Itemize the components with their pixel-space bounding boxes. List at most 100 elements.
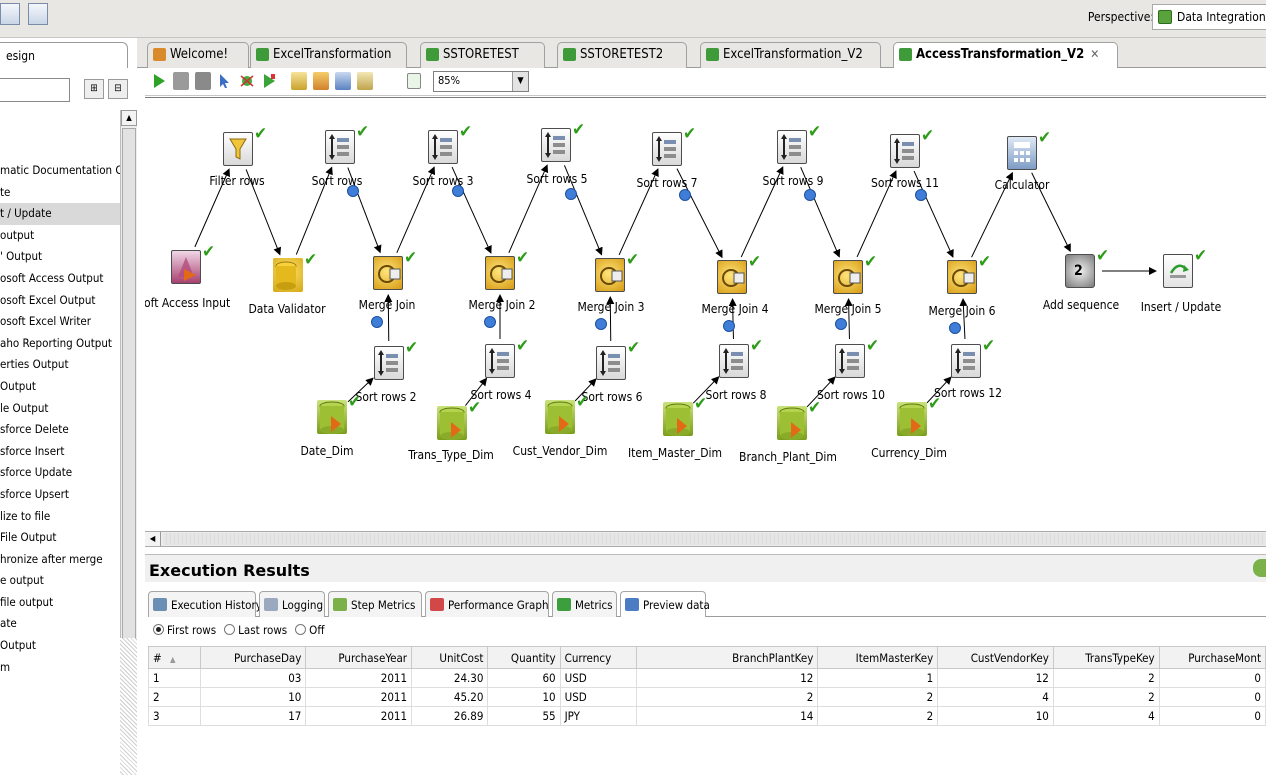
table-row[interactable]: 2 10 2011 45.20 10 USD 2 2 4 2 0: [148, 687, 1266, 707]
step-sort-rows-9[interactable]: ✔: [777, 124, 821, 166]
collapse-all-icon[interactable]: ⊟: [108, 79, 128, 99]
step-sort-rows-11[interactable]: ✔: [890, 128, 934, 170]
column-header[interactable]: CustVendorKey: [937, 646, 1054, 669]
step-access-input[interactable]: ✔: [171, 244, 215, 286]
scroll-up-icon[interactable]: ▲: [121, 110, 137, 126]
step-type-item[interactable]: file output: [0, 592, 120, 614]
pause-icon[interactable]: [173, 72, 189, 90]
step-type-item[interactable]: osoft Access Output: [0, 268, 120, 290]
hop-info-icon[interactable]: [835, 318, 847, 330]
column-header[interactable]: PurchaseYear: [305, 646, 413, 669]
hop-info-icon[interactable]: [452, 185, 464, 197]
step-filter-rows[interactable]: ✔: [223, 126, 267, 168]
editor-tab[interactable]: SSTORETEST2: [557, 42, 687, 68]
step-type-item[interactable]: sforce Upsert: [0, 484, 120, 506]
results-tab[interactable]: Preview data: [620, 591, 710, 617]
table-row[interactable]: 3 17 2011 26.89 55 JPY 14 2 10 4 0: [148, 706, 1266, 726]
step-trans-type-dim[interactable]: ✔: [437, 400, 481, 442]
step-type-item[interactable]: ' Output: [0, 246, 120, 268]
step-sort-rows[interactable]: ✔: [325, 124, 369, 166]
step-type-item[interactable]: le Output: [0, 398, 120, 420]
scroll-track[interactable]: [163, 533, 1266, 545]
hop-info-icon[interactable]: [679, 189, 691, 201]
step-type-item[interactable]: sforce Insert: [0, 441, 120, 463]
hop-info-icon[interactable]: [949, 322, 961, 334]
step-item-master-dim[interactable]: ✔: [663, 396, 707, 438]
column-header[interactable]: PurchaseMont: [1158, 646, 1266, 669]
step-data-validator[interactable]: ✔: [273, 252, 317, 294]
step-type-item[interactable]: sforce Delete: [0, 419, 120, 441]
step-type-item[interactable]: sforce Update: [0, 462, 120, 484]
step-insert-update[interactable]: ✔: [1163, 248, 1207, 290]
step-type-item[interactable]: output: [0, 225, 120, 247]
step-sort-rows-3[interactable]: ✔: [428, 124, 472, 166]
impact-icon[interactable]: [313, 72, 329, 90]
column-header[interactable]: # ▲: [148, 646, 201, 669]
steps-search-input[interactable]: [0, 78, 70, 102]
step-type-item[interactable]: e output: [0, 570, 120, 592]
step-type-item[interactable]: erties Output: [0, 354, 120, 376]
step-type-item[interactable]: te: [0, 182, 120, 204]
step-type-item[interactable]: t / Update: [0, 203, 120, 225]
column-header[interactable]: UnitCost: [411, 646, 489, 669]
hop-info-icon[interactable]: [347, 185, 359, 197]
step-add-sequence[interactable]: 2 ✔: [1065, 248, 1109, 290]
stop-icon[interactable]: [195, 72, 211, 90]
expand-all-icon[interactable]: ⊞: [84, 79, 104, 99]
scroll-left-icon[interactable]: ◀: [145, 532, 161, 546]
step-merge-join-2[interactable]: ✔: [485, 250, 529, 292]
step-currency-dim[interactable]: ✔: [897, 396, 941, 438]
step-type-item[interactable]: File Output: [0, 527, 120, 549]
step-type-item[interactable]: osoft Excel Output: [0, 290, 120, 312]
editor-tab[interactable]: ExcelTransformation_V2: [700, 42, 881, 68]
step-type-item[interactable]: aho Reporting Output: [0, 333, 120, 355]
step-sort-rows-8[interactable]: ✔: [719, 338, 763, 380]
canvas-hscrollbar[interactable]: ◀: [145, 531, 1266, 547]
step-type-item[interactable]: osoft Excel Writer: [0, 311, 120, 333]
step-merge-join-6[interactable]: ✔: [947, 254, 991, 296]
results-tab[interactable]: Logging: [259, 591, 325, 617]
step-type-item[interactable]: lize to file: [0, 506, 120, 528]
step-sort-rows-5[interactable]: ✔: [541, 122, 585, 164]
results-tab[interactable]: Step Metrics: [328, 591, 422, 617]
transformation-canvas[interactable]: ✔ Filter rows ✔ Sort rows ✔ Sort rows 3 ✔ Sort …: [145, 97, 1266, 531]
results-tab[interactable]: Performance Graph: [425, 591, 549, 617]
radio-button[interactable]: [153, 624, 164, 635]
column-header[interactable]: Currency: [559, 646, 638, 669]
step-type-item[interactable]: matic Documentation O: [0, 160, 120, 182]
verify-icon[interactable]: [291, 72, 307, 90]
results-tab[interactable]: Execution History: [148, 591, 262, 617]
scroll-thumb[interactable]: [122, 128, 136, 648]
step-type-item[interactable]: Output: [0, 376, 120, 398]
save-icon[interactable]: [0, 3, 20, 25]
step-type-item[interactable]: Output: [0, 635, 120, 657]
preview-icon[interactable]: [217, 72, 233, 90]
grid-icon[interactable]: [407, 73, 421, 89]
step-merge-join[interactable]: ✔: [373, 250, 417, 292]
step-merge-join-5[interactable]: ✔: [833, 254, 877, 296]
step-sort-rows-4[interactable]: ✔: [485, 338, 529, 380]
hop-info-icon[interactable]: [595, 318, 607, 330]
radio-button[interactable]: [295, 624, 307, 635]
results-tab[interactable]: Metrics: [552, 591, 617, 617]
chevron-down-icon[interactable]: ▼: [512, 72, 528, 91]
step-sort-rows-2[interactable]: ✔: [374, 340, 418, 382]
column-header[interactable]: PurchaseDay: [199, 646, 307, 669]
hop-info-icon[interactable]: [484, 316, 496, 328]
step-sort-rows-6[interactable]: ✔: [596, 340, 640, 382]
step-type-item[interactable]: m: [0, 657, 120, 679]
step-merge-join-3[interactable]: ✔: [595, 252, 639, 294]
step-sort-rows-10[interactable]: ✔: [835, 338, 879, 380]
step-type-item[interactable]: hronize after merge: [0, 549, 120, 571]
debug-icon[interactable]: [239, 72, 255, 90]
hop-info-icon[interactable]: [371, 316, 383, 328]
step-calculator[interactable]: ✔: [1007, 130, 1051, 172]
step-date-dim[interactable]: ✔: [317, 394, 361, 436]
editor-tab[interactable]: ExcelTransformation: [250, 42, 407, 68]
hop-info-icon[interactable]: [804, 189, 816, 201]
editor-tab[interactable]: Welcome!: [147, 42, 249, 68]
column-header[interactable]: ItemMasterKey: [817, 646, 939, 669]
zoom-select[interactable]: 85% ▼: [433, 71, 529, 92]
close-icon[interactable]: ✕: [1090, 47, 1099, 61]
design-tab[interactable]: esign: [0, 42, 128, 68]
